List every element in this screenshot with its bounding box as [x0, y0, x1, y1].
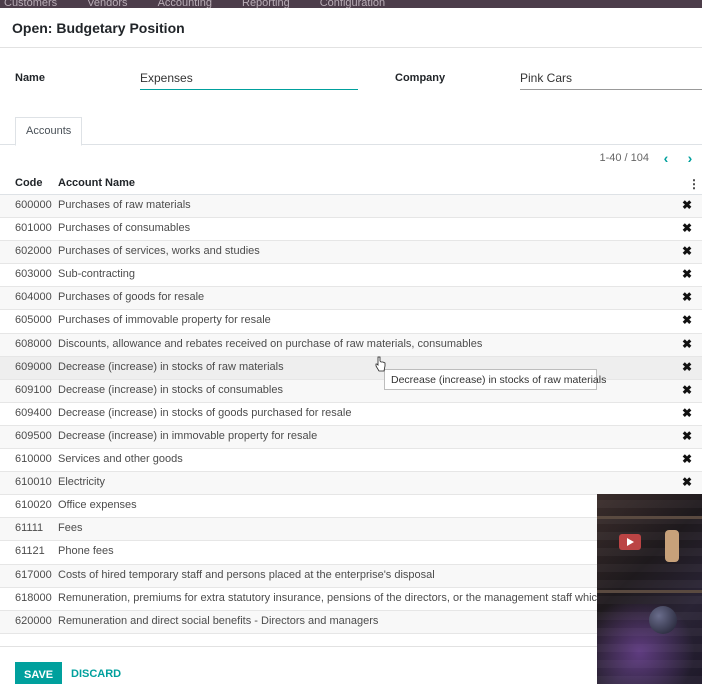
column-header-account-name[interactable]: Account Name [58, 177, 135, 189]
cell-code: 601000 [15, 222, 52, 235]
delete-row-icon[interactable]: ✖ [682, 244, 692, 258]
discard-button[interactable]: DISCARD [71, 668, 121, 680]
cell-account-name: Phone fees [58, 545, 114, 558]
pager-value[interactable]: 1-40 / 104 [599, 152, 649, 164]
table-row[interactable]: 609400 Decrease (increase) in stocks of g… [0, 403, 702, 426]
delete-row-icon[interactable]: ✖ [682, 406, 692, 420]
table-row[interactable]: 600000 Purchases of raw materials ✖ [0, 195, 702, 219]
cell-code: 609000 [15, 360, 52, 373]
cell-code: 617000 [15, 568, 52, 581]
chevron-right-icon[interactable]: › [683, 150, 697, 166]
cell-account-name: Decrease (increase) in immovable propert… [58, 429, 318, 442]
cell-account-name: Purchases of immovable property for resa… [58, 314, 271, 327]
video-shelf [597, 516, 702, 519]
delete-row-icon[interactable]: ✖ [682, 475, 692, 489]
name-label: Name [15, 72, 45, 84]
pager: 1-40 / 104 ‹ › [599, 150, 697, 166]
save-button[interactable]: SAVE [15, 662, 63, 684]
cell-code: 602000 [15, 245, 52, 258]
delete-row-icon[interactable]: ✖ [682, 267, 692, 281]
delete-row-icon[interactable]: ✖ [682, 360, 692, 374]
tab-accounts[interactable]: Accounts [15, 117, 83, 146]
delete-row-icon[interactable]: ✖ [682, 198, 692, 212]
cell-code: 610020 [15, 499, 52, 512]
delete-row-icon[interactable]: ✖ [682, 383, 692, 397]
delete-row-icon[interactable]: ✖ [682, 429, 692, 443]
table-row[interactable]: 604000 Purchases of goods for resale ✖ [0, 287, 702, 311]
cell-account-name: Costs of hired temporary staff and perso… [58, 568, 435, 581]
cell-account-name: Purchases of goods for resale [58, 291, 205, 304]
hand-cursor-icon [375, 356, 386, 372]
modal-title: Open: Budgetary Position [12, 20, 185, 36]
tab-divider [0, 144, 702, 145]
cell-code: 618000 [15, 591, 52, 604]
cell-account-name: Purchases of raw materials [58, 199, 191, 211]
cell-code: 603000 [15, 268, 52, 281]
globe-object [649, 606, 677, 634]
cell-code: 609500 [15, 429, 52, 442]
modal-header: Open: Budgetary Position [0, 8, 702, 48]
delete-row-icon[interactable]: ✖ [682, 290, 692, 304]
form-row: Name Expenses Company Pink Cars [15, 70, 702, 94]
table-row[interactable]: 608000 Discounts, allowance and rebates r… [0, 333, 702, 357]
table-row[interactable]: 603000 Sub-contracting ✖ [0, 264, 702, 288]
cell-code: 61121 [15, 545, 45, 558]
table-row[interactable]: 602000 Purchases of services, works and s… [0, 241, 702, 265]
table-row[interactable]: 605000 Purchases of immovable property fo… [0, 310, 702, 334]
cell-code: 604000 [15, 291, 52, 304]
cell-account-name: Purchases of services, works and studies [58, 245, 260, 258]
cell-code: 620000 [15, 614, 52, 627]
cell-code: 600000 [15, 199, 52, 211]
cell-code: 609400 [15, 406, 52, 419]
delete-row-icon[interactable]: ✖ [682, 337, 692, 351]
video-shelf [597, 590, 702, 593]
cell-code: 610010 [15, 476, 52, 489]
wooden-figure [665, 530, 679, 562]
cell-account-name: Electricity [58, 476, 106, 489]
chevron-left-icon[interactable]: ‹ [659, 150, 673, 166]
company-field[interactable]: Pink Cars [520, 70, 702, 90]
delete-row-icon[interactable]: ✖ [682, 313, 692, 327]
cell-account-name: Services and other goods [58, 453, 183, 466]
cell-code: 61111 [15, 522, 44, 535]
delete-row-icon[interactable]: ✖ [682, 452, 692, 466]
delete-row-icon[interactable]: ✖ [682, 221, 692, 235]
webcam-video-overlay [597, 494, 702, 684]
company-label: Company [395, 72, 446, 84]
table-header: Code Account Name ⋮ [0, 173, 702, 195]
cell-account-name: Remuneration, premiums for extra statuto… [58, 591, 604, 604]
cell-account-name: Decrease (increase) in stocks of consuma… [58, 383, 283, 396]
cell-code: 605000 [15, 314, 52, 327]
cell-account-name: Sub-contracting [58, 268, 136, 281]
cell-account-name: Office expenses [58, 499, 137, 512]
cell-account-name: Discounts, allowance and rebates receive… [58, 337, 483, 350]
name-field[interactable]: Expenses [140, 70, 358, 90]
row-tooltip: Decrease (increase) in stocks of raw mat… [384, 369, 606, 390]
cell-account-name: Remuneration and direct social benefits … [58, 614, 379, 627]
column-options-icon[interactable]: ⋮ [688, 177, 700, 191]
table-row[interactable]: 609500 Decrease (increase) in immovable p… [0, 425, 702, 450]
cell-account-name: Decrease (increase) in stocks of goods p… [58, 406, 352, 419]
table-row[interactable]: 610010 Electricity ✖ [0, 472, 702, 496]
table-row[interactable]: 601000 Purchases of consumables ✖ [0, 218, 702, 242]
table-row[interactable]: 610000 Services and other goods ✖ [0, 449, 702, 473]
youtube-icon [619, 534, 641, 550]
cell-account-name: Decrease (increase) in stocks of raw mat… [58, 360, 284, 373]
cell-account-name: Purchases of consumables [58, 222, 191, 235]
cell-code: 610000 [15, 453, 52, 466]
cell-code: 609100 [15, 383, 52, 396]
cell-account-name: Fees [58, 522, 83, 535]
column-header-code[interactable]: Code [15, 177, 43, 189]
cell-code: 608000 [15, 337, 52, 350]
